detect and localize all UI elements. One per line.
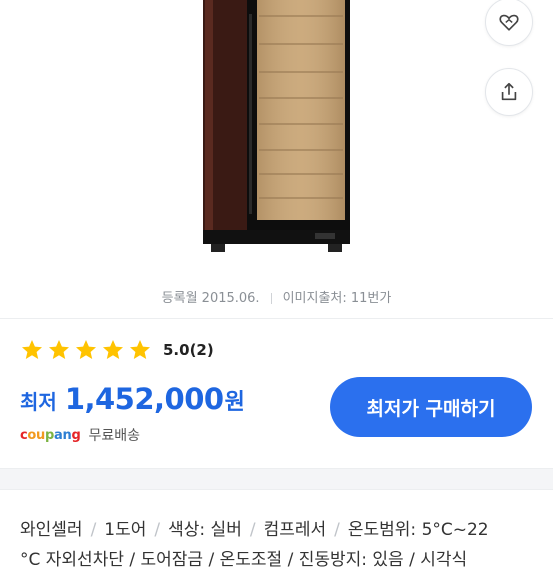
heart-icon xyxy=(499,14,519,31)
share-button[interactable] xyxy=(485,68,533,116)
spec-item: 온도범위: 5°C~22 xyxy=(347,520,489,540)
wishlist-button[interactable] xyxy=(485,0,533,46)
shipping-row: coupang 무료배송 xyxy=(20,425,140,445)
star-icon xyxy=(103,340,123,359)
section-divider xyxy=(0,318,553,319)
product-image-area: 등록월 2015.06. 이미지출처: 11번가 xyxy=(0,0,553,320)
star-icon xyxy=(49,340,69,359)
rating-score: 5.0(2) xyxy=(163,341,214,359)
buy-lowest-price-button[interactable]: 최저가 구매하기 xyxy=(330,377,532,437)
price-label: 최저 xyxy=(20,390,57,414)
product-meta: 등록월 2015.06. 이미지출처: 11번가 xyxy=(0,287,553,306)
star-icon xyxy=(22,340,42,359)
coupang-logo: coupang xyxy=(20,427,81,443)
image-source: 이미지출처: 11번가 xyxy=(282,291,392,306)
meta-divider xyxy=(270,293,272,304)
registration-date: 등록월 2015.06. xyxy=(161,291,260,306)
rating-row[interactable]: 5.0(2) xyxy=(20,338,214,362)
star-icon xyxy=(130,340,150,359)
star-icon xyxy=(76,340,96,359)
spec-item: 색상: 실버 xyxy=(168,520,242,540)
spec-item: 컴프레서 xyxy=(263,520,327,540)
price-row: 최저 1,452,000 원 xyxy=(20,382,245,416)
review-count[interactable]: (2) xyxy=(190,341,214,359)
free-shipping: 무료배송 xyxy=(88,428,141,444)
lowest-price: 1,452,000 xyxy=(64,382,224,416)
section-separator xyxy=(0,468,553,490)
price-unit: 원 xyxy=(224,390,245,415)
spec-item: 1도어 xyxy=(104,520,147,540)
share-icon xyxy=(501,82,517,101)
spec-list-continued: °C 자외선차단 / 도어잠금 / 온도조절 / 진동방지: 있음 / 시각식 xyxy=(20,550,468,570)
spec-item: 와인셀러 xyxy=(20,520,83,540)
product-image[interactable] xyxy=(203,0,350,252)
spec-list: 와인셀러/1도어 / 색상: 실버 / 컴프레서 / 온도범위: 5°C~22 xyxy=(20,520,489,540)
